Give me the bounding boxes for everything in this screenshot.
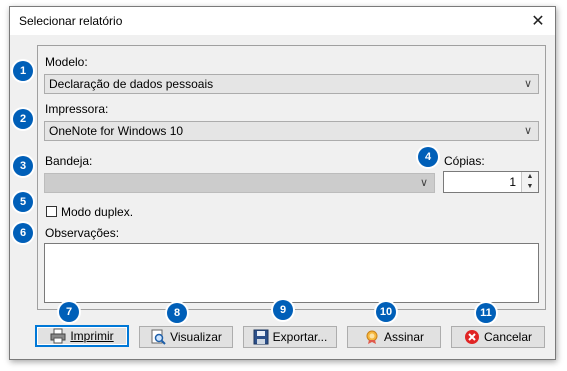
preview-icon <box>150 329 166 345</box>
callout-badge: 11 <box>476 303 496 323</box>
impressora-value: OneNote for Windows 10 <box>49 124 184 138</box>
modelo-value: Declaração de dados pessoais <box>49 77 214 91</box>
callout-badge: 5 <box>13 192 33 212</box>
callout-badge: 6 <box>13 223 33 243</box>
imprimir-label: Imprimir <box>70 329 114 343</box>
callout-badge: 8 <box>167 303 187 323</box>
impressora-label: Impressora: <box>45 102 109 116</box>
chevron-down-icon: ∨ <box>523 125 532 137</box>
callout-badge: 3 <box>13 156 33 176</box>
bandeja-select[interactable]: ∨ <box>44 173 435 193</box>
assinar-button[interactable]: Assinar <box>347 326 441 348</box>
visualizar-label: Visualizar <box>170 330 222 344</box>
duplex-label: Modo duplex. <box>61 205 134 219</box>
cancelar-button[interactable]: Cancelar <box>451 326 545 348</box>
copias-spinner[interactable]: 1 ▲ ▼ <box>443 171 539 193</box>
observacoes-textarea[interactable] <box>44 243 539 303</box>
cancelar-label: Cancelar <box>483 330 533 344</box>
save-disk-icon <box>253 329 269 345</box>
printer-icon <box>50 328 66 344</box>
title-bar: Selecionar relatório ✕ <box>10 7 555 35</box>
copias-value: 1 <box>509 175 516 189</box>
callout-badge: 4 <box>418 147 438 167</box>
duplex-checkbox[interactable] <box>46 206 57 217</box>
close-icon[interactable]: ✕ <box>521 7 555 35</box>
callout-badge: 9 <box>273 300 293 320</box>
assinar-label: Assinar <box>383 330 424 344</box>
exportar-label: Exportar... <box>272 330 328 344</box>
visualizar-button[interactable]: Visualizar <box>139 326 233 348</box>
callout-badge: 1 <box>13 61 33 81</box>
spin-down-icon[interactable]: ▼ <box>522 182 538 192</box>
observacoes-label: Observações: <box>45 226 120 240</box>
callout-badge: 10 <box>376 302 396 322</box>
modelo-label: Modelo: <box>45 55 88 69</box>
imprimir-button[interactable]: Imprimir <box>35 325 129 347</box>
exportar-button[interactable]: Exportar... <box>243 326 337 348</box>
callout-badge: 7 <box>59 302 79 322</box>
form-panel: Modelo: Declaração de dados pessoais ∨ I… <box>37 45 546 310</box>
chevron-down-icon: ∨ <box>419 177 428 189</box>
window-title: Selecionar relatório <box>19 14 123 28</box>
impressora-select[interactable]: OneNote for Windows 10 ∨ <box>44 121 539 141</box>
modelo-select[interactable]: Declaração de dados pessoais ∨ <box>44 74 539 94</box>
bandeja-label: Bandeja: <box>45 154 93 168</box>
copias-label: Cópias: <box>444 154 485 168</box>
callout-badge: 2 <box>13 109 33 129</box>
cancel-icon <box>464 329 480 345</box>
certificate-icon <box>364 329 380 345</box>
chevron-down-icon: ∨ <box>523 78 532 90</box>
